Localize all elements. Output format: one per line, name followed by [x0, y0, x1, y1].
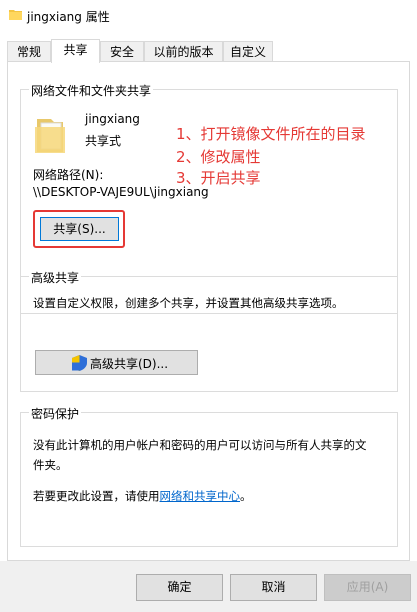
share-button[interactable]: 共享(S)...	[40, 217, 119, 241]
tab-sharing[interactable]: 共享	[51, 39, 100, 63]
advanced-share-group: 高级共享 设置自定义权限，创建多个共享，并设置其他高级共享选项。 高级共享(D)…	[20, 269, 398, 392]
network-sharing-center-link[interactable]: 网络和共享中心	[160, 489, 241, 503]
password-protection-group: 密码保护 没有此计算机的用户帐户和密码的用户可以访问与所有人共享的文 件夹。 若…	[20, 405, 398, 547]
dialog-button-bar: 确定 取消 应用(A)	[0, 561, 417, 612]
uac-shield-icon	[72, 355, 87, 371]
network-path-label: 网络路径(N):	[33, 168, 104, 182]
advanced-share-description: 设置自定义权限，创建多个共享，并设置其他高级共享选项。	[33, 296, 344, 310]
tab-panel: 网络文件和文件夹共享 jingxiang 共享式 网络路径(N): \\DESK…	[7, 61, 410, 561]
annotation-step-3: 3、开启共享	[176, 169, 261, 187]
tab-security[interactable]: 安全	[100, 41, 144, 61]
apply-button[interactable]: 应用(A)	[324, 574, 411, 601]
change-setting-text: 若要更改此设置，请使用网络和共享中心。	[33, 488, 252, 504]
advanced-share-legend: 高级共享	[29, 269, 82, 286]
password-description-line1: 没有此计算机的用户帐户和密码的用户可以访问与所有人共享的文	[33, 438, 367, 452]
folder-status: 共享式	[85, 134, 122, 148]
change-setting-prefix: 若要更改此设置，请使用	[33, 489, 160, 503]
folder-name: jingxiang	[85, 112, 140, 126]
folder-icon	[9, 10, 22, 20]
annotation-step-1: 1、打开镜像文件所在的目录	[176, 125, 366, 143]
shared-folder-icon	[35, 119, 65, 153]
tab-general[interactable]: 常规	[7, 41, 51, 61]
annotation-step-2: 2、修改属性	[176, 148, 261, 166]
tab-strip: 常规 共享 安全 以前的版本 自定义	[0, 32, 417, 63]
cancel-button[interactable]: 取消	[230, 574, 317, 601]
window-title: jingxiang 属性	[27, 10, 110, 24]
network-share-legend: 网络文件和文件夹共享	[29, 82, 154, 99]
password-protection-legend: 密码保护	[29, 405, 82, 422]
change-setting-suffix: 。	[240, 489, 252, 503]
ok-button[interactable]: 确定	[136, 574, 223, 601]
advanced-share-button[interactable]: 高级共享(D)...	[35, 350, 198, 375]
advanced-share-button-label: 高级共享(D)...	[90, 357, 169, 371]
tab-previous-versions[interactable]: 以前的版本	[144, 41, 223, 61]
password-description-line2: 件夹。	[33, 458, 68, 472]
tab-customize[interactable]: 自定义	[223, 41, 273, 61]
title-bar: jingxiang 属性	[0, 0, 417, 32]
